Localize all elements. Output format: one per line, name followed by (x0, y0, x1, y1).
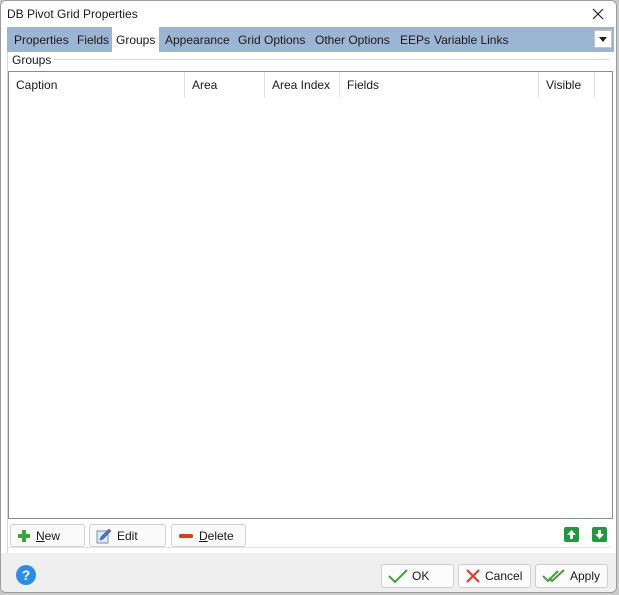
tab-grid-options[interactable]: Grid Options (234, 27, 309, 52)
cancel-x-icon (466, 569, 480, 583)
column-header-area-index[interactable]: Area Index (265, 72, 340, 98)
checkmark-icon (388, 569, 408, 583)
tab-eeps[interactable]: EEPs (396, 27, 434, 52)
tab-appearance[interactable]: Appearance (161, 27, 234, 52)
tab-fields[interactable]: Fields (73, 27, 113, 52)
close-button[interactable] (586, 3, 610, 25)
cancel-button-label: Cancel (485, 569, 523, 583)
help-button[interactable]: ? (16, 565, 36, 585)
double-checkmark-icon (542, 569, 565, 583)
action-bar-divider (8, 547, 610, 548)
delete-button-label: Delete (199, 528, 234, 543)
dialog-footer: ? OK Cancel Apply (1, 553, 616, 592)
tab-overflow-dropdown[interactable] (594, 30, 612, 48)
ok-button[interactable]: OK (381, 564, 454, 588)
new-button[interactable]: New (10, 524, 85, 547)
ok-button-label: OK (412, 569, 430, 583)
groups-section-label: Groups (12, 53, 52, 67)
arrow-up-icon (567, 530, 576, 539)
properties-dialog: DB Pivot Grid Properties Properties Fiel… (0, 0, 617, 593)
edit-pencil-icon (96, 528, 112, 543)
edit-button-label: Edit (117, 528, 138, 543)
title-bar: DB Pivot Grid Properties (1, 1, 616, 27)
help-icon: ? (21, 567, 31, 583)
apply-button-label: Apply (570, 569, 601, 583)
grid-header: Caption Area Area Index Fields Visible (9, 72, 612, 98)
new-button-label: New (36, 528, 61, 543)
tab-properties[interactable]: Properties (10, 27, 73, 52)
move-down-button[interactable] (592, 527, 607, 542)
tab-strip: Properties Fields Groups Appearance Grid… (7, 27, 614, 52)
groups-section-divider (53, 59, 610, 60)
tab-other-options[interactable]: Other Options (311, 27, 394, 52)
arrow-down-icon (595, 530, 604, 539)
cancel-button[interactable]: Cancel (458, 564, 531, 588)
dialog-title: DB Pivot Grid Properties (7, 7, 138, 21)
tab-variable-links[interactable]: Variable Links (430, 27, 512, 52)
column-header-fields[interactable]: Fields (340, 72, 539, 98)
groups-grid[interactable]: Caption Area Area Index Fields Visible (8, 71, 613, 519)
tab-groups[interactable]: Groups (112, 27, 160, 52)
chevron-down-icon (599, 36, 607, 42)
edit-button[interactable]: Edit (89, 524, 166, 547)
move-up-button[interactable] (564, 527, 579, 542)
minus-icon (179, 533, 193, 538)
close-icon (592, 8, 604, 20)
delete-button[interactable]: Delete (171, 524, 246, 547)
column-header-visible[interactable]: Visible (539, 72, 595, 98)
column-header-caption[interactable]: Caption (9, 72, 185, 98)
plus-icon (18, 529, 30, 542)
column-header-area[interactable]: Area (185, 72, 265, 98)
apply-button[interactable]: Apply (535, 564, 608, 588)
